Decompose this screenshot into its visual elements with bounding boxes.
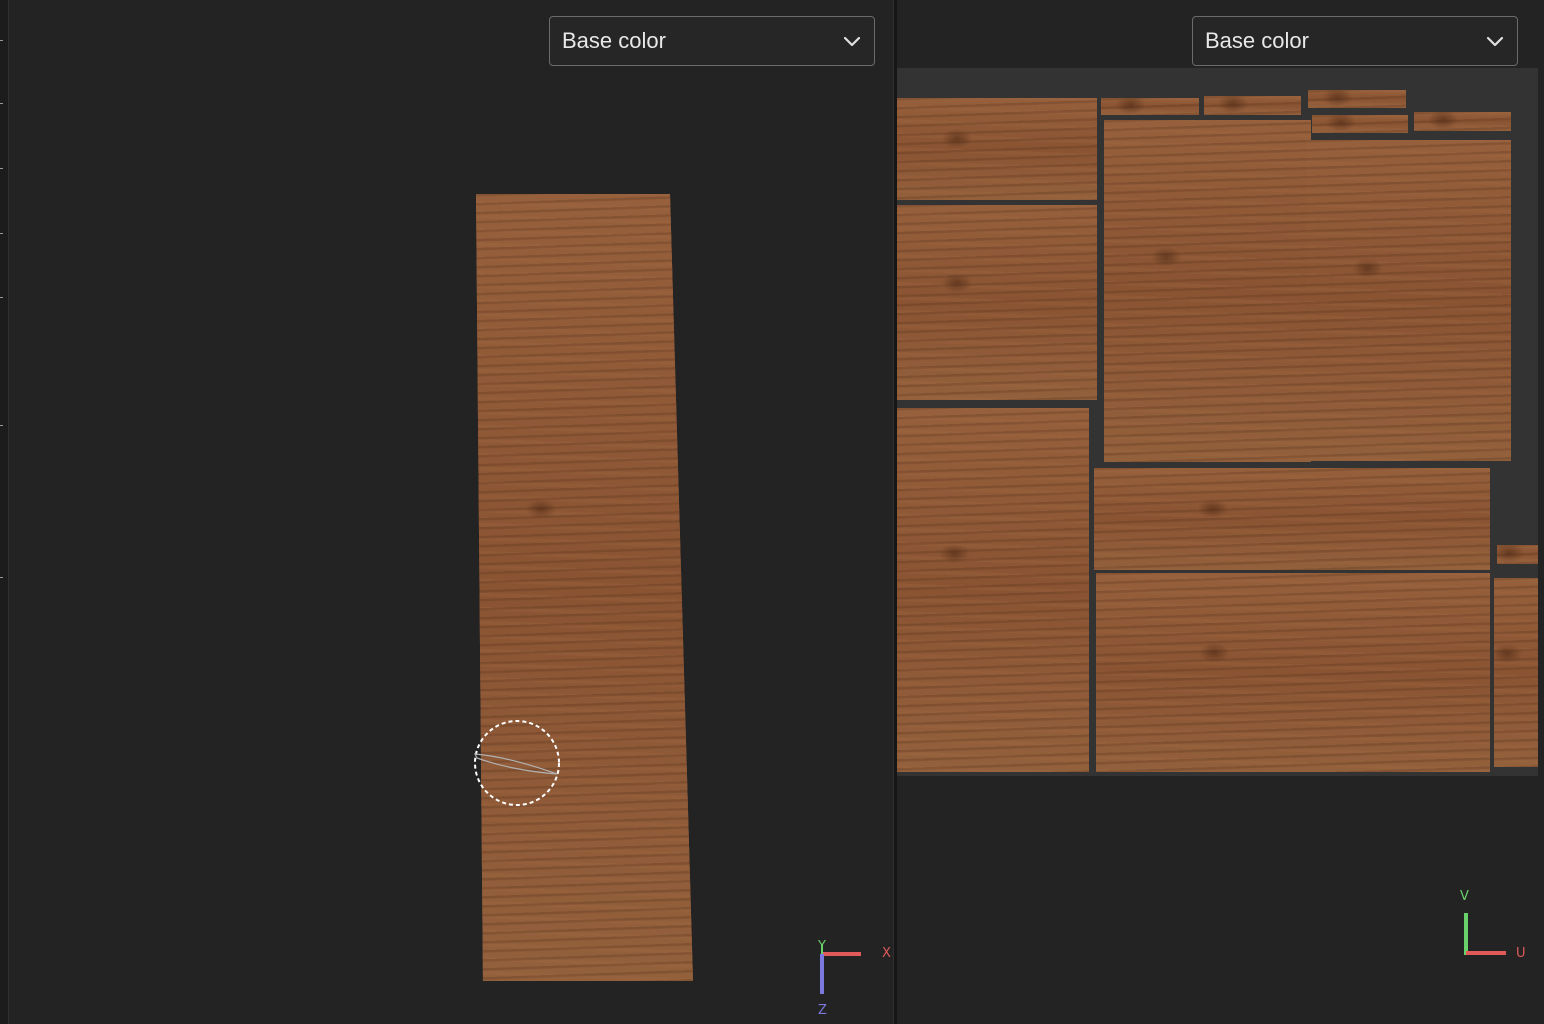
viewport-3d[interactable]: Base color Y X Z bbox=[9, 0, 893, 1024]
wood-plank-mesh[interactable] bbox=[476, 194, 693, 981]
uv-island[interactable] bbox=[1494, 578, 1538, 767]
chevron-down-icon bbox=[1486, 36, 1504, 47]
toolbar-tick bbox=[0, 425, 3, 426]
uv-island[interactable] bbox=[1094, 468, 1490, 570]
uv-island[interactable] bbox=[1104, 120, 1311, 462]
left-toolbar-edge bbox=[0, 0, 9, 1024]
v-axis-label: V bbox=[1460, 889, 1469, 904]
uv-island[interactable] bbox=[897, 408, 1089, 772]
brush-cursor-icon bbox=[473, 720, 560, 806]
viewport-2d[interactable]: Base color V U bbox=[897, 0, 1544, 1024]
uv-island[interactable] bbox=[1308, 90, 1406, 108]
toolbar-tick bbox=[0, 577, 3, 578]
uv-island[interactable] bbox=[1096, 573, 1490, 772]
channel-dropdown-2d[interactable]: Base color bbox=[1192, 16, 1518, 66]
uv-island[interactable] bbox=[1497, 545, 1538, 564]
toolbar-tick bbox=[0, 297, 3, 298]
uv-texture-sheet[interactable] bbox=[897, 68, 1538, 776]
channel-dropdown-3d[interactable]: Base color bbox=[549, 16, 875, 66]
uv-island[interactable] bbox=[1312, 115, 1408, 133]
toolbar-tick bbox=[0, 40, 3, 41]
uv-island[interactable] bbox=[1306, 140, 1511, 461]
x-axis-label: X bbox=[882, 946, 891, 961]
axis-gizmo-3d: Y X Z bbox=[809, 939, 893, 1024]
uv-island[interactable] bbox=[1101, 98, 1199, 115]
toolbar-tick bbox=[0, 103, 3, 104]
y-axis-label: Y bbox=[818, 939, 826, 954]
chevron-down-icon bbox=[843, 36, 861, 47]
uv-island[interactable] bbox=[1204, 96, 1301, 115]
uv-island[interactable] bbox=[897, 205, 1097, 400]
toolbar-tick bbox=[0, 233, 3, 234]
toolbar-tick bbox=[0, 168, 3, 169]
axis-gizmo-2d: V U bbox=[1452, 885, 1541, 969]
channel-dropdown-label: Base color bbox=[562, 28, 666, 53]
uv-island[interactable] bbox=[897, 98, 1097, 200]
u-axis-label: U bbox=[1516, 946, 1526, 961]
uv-island[interactable] bbox=[1414, 112, 1511, 131]
z-axis-label: Z bbox=[818, 1003, 827, 1018]
channel-dropdown-label: Base color bbox=[1205, 28, 1309, 53]
